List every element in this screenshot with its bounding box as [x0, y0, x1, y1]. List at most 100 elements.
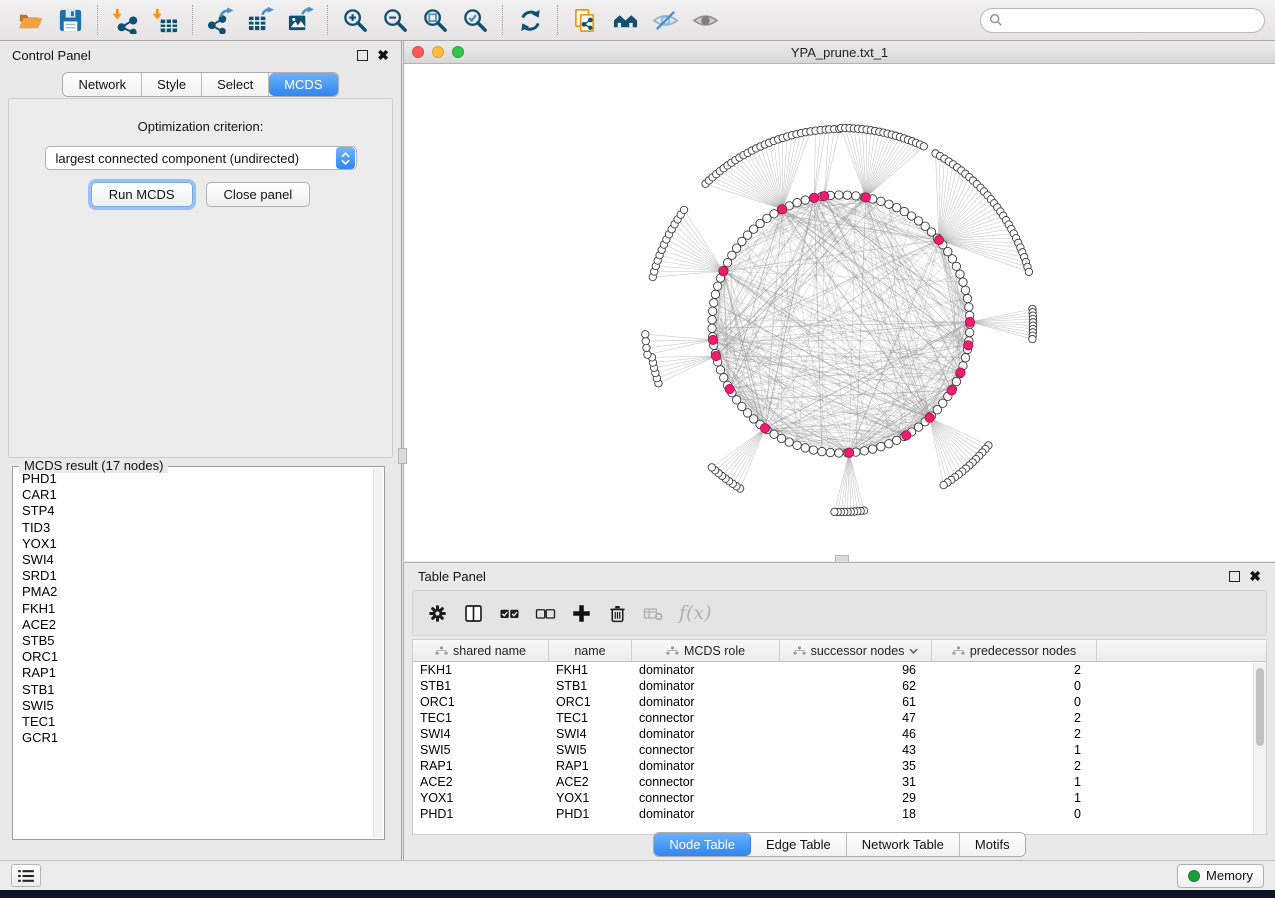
graph-node[interactable] [843, 191, 851, 199]
table-cell-predecessors[interactable]: 2 [932, 727, 1097, 741]
mcds-list-item[interactable]: ORC1 [15, 649, 372, 665]
tab-network-table[interactable]: Network Table [847, 833, 960, 856]
float-panel-button[interactable] [357, 50, 368, 61]
float-table-panel-button[interactable] [1229, 571, 1240, 582]
table-row[interactable]: PHD1PHD1dominator180 [413, 806, 1266, 822]
graph-node[interactable] [801, 444, 809, 452]
tab-style[interactable]: Style [142, 73, 202, 96]
graph-node[interactable] [868, 445, 876, 453]
mcds-hub-node[interactable] [956, 368, 965, 377]
first-neighbors-button[interactable] [605, 2, 645, 38]
graph-node[interactable] [716, 366, 724, 374]
graph-leaf-node[interactable] [1029, 335, 1036, 342]
graph-node[interactable] [892, 203, 900, 211]
table-cell-predecessors[interactable]: 0 [932, 679, 1097, 693]
mcds-list-item[interactable]: TEC1 [15, 714, 372, 730]
graph-leaf-node[interactable] [831, 508, 838, 515]
show-all-button[interactable] [685, 2, 725, 38]
close-panel-button[interactable]: ✖ [377, 50, 389, 61]
table-cell-name[interactable]: STB1 [549, 679, 632, 693]
graph-node[interactable] [708, 324, 716, 332]
graph-node[interactable] [818, 447, 826, 455]
table-cell-predecessors[interactable]: 1 [932, 775, 1097, 789]
zoom-selected-button[interactable] [455, 2, 495, 38]
graph-leaf-node[interactable] [642, 337, 649, 344]
table-cell-successors[interactable]: 46 [780, 727, 932, 741]
mcds-result-list[interactable]: PHD1CAR1STP4TID3YOX1SWI4SRD1PMA2FKH1ACE2… [15, 471, 372, 837]
mcds-list-item[interactable]: CAR1 [15, 487, 372, 503]
mcds-hub-node[interactable] [760, 424, 769, 433]
mcds-hub-node[interactable] [725, 384, 734, 393]
network-svg[interactable] [404, 64, 1275, 561]
run-mcds-button[interactable]: Run MCDS [91, 182, 193, 207]
mcds-list-scrollbar[interactable] [373, 468, 383, 838]
graph-node[interactable] [961, 354, 969, 362]
graph-node[interactable] [801, 196, 809, 204]
graph-node[interactable] [966, 328, 974, 336]
tab-node-table[interactable]: Node Table [654, 833, 751, 856]
table-cell-name[interactable]: YOX1 [549, 791, 632, 805]
table-cell-successors[interactable]: 18 [780, 807, 932, 821]
hide-selected-button[interactable] [645, 2, 685, 38]
deselect-all-button[interactable] [535, 603, 556, 624]
mcds-hub-node[interactable] [778, 205, 787, 214]
table-cell-role[interactable]: connector [632, 711, 780, 725]
graph-leaf-node[interactable] [643, 344, 650, 351]
graph-node[interactable] [952, 377, 960, 385]
graph-node[interactable] [877, 197, 885, 205]
mcds-list-item[interactable]: PMA2 [15, 584, 372, 600]
table-row[interactable]: SWI5SWI5connector431 [413, 742, 1266, 758]
mcds-list-item[interactable]: PHD1 [15, 471, 372, 487]
graph-node[interactable] [877, 442, 885, 450]
export-network-button[interactable] [200, 2, 240, 38]
graph-node[interactable] [963, 294, 971, 302]
mcds-list-item[interactable]: TID3 [15, 520, 372, 536]
search-input[interactable] [1008, 13, 1256, 28]
graph-node[interactable] [720, 374, 728, 382]
zoom-out-button[interactable] [375, 2, 415, 38]
graph-node[interactable] [809, 446, 817, 454]
mcds-hub-node[interactable] [925, 413, 934, 422]
graph-node[interactable] [793, 441, 801, 449]
add-column-button[interactable] [571, 603, 592, 624]
mcds-list-item[interactable]: GCR1 [15, 730, 372, 746]
graph-node[interactable] [708, 316, 716, 324]
show-task-history-button[interactable] [11, 864, 41, 887]
table-row[interactable]: FKH1FKH1dominator962 [413, 662, 1266, 678]
mcds-hub-node[interactable] [934, 235, 943, 244]
mcds-hub-node[interactable] [810, 193, 819, 202]
zoom-fit-button[interactable] [415, 2, 455, 38]
search-box[interactable] [980, 8, 1265, 33]
refresh-button[interactable] [510, 2, 550, 38]
table-row[interactable]: ORC1ORC1dominator610 [413, 694, 1266, 710]
graph-node[interactable] [777, 434, 785, 442]
tab-edge-table[interactable]: Edge Table [751, 833, 847, 856]
mcds-hub-node[interactable] [964, 341, 973, 350]
graph-node[interactable] [952, 262, 960, 270]
zoom-in-button[interactable] [335, 2, 375, 38]
tab-motifs[interactable]: Motifs [960, 833, 1025, 856]
graph-node[interactable] [835, 449, 843, 457]
graph-leaf-node[interactable] [644, 351, 651, 358]
column-header-shared-name[interactable]: shared name [413, 640, 549, 661]
table-cell-shared-name[interactable]: SWI5 [413, 743, 549, 757]
graph-node[interactable] [959, 278, 967, 286]
mcds-list-item[interactable]: SWI4 [15, 552, 372, 568]
table-scrollbar-thumb[interactable] [1256, 668, 1264, 746]
column-header-successor-nodes[interactable]: successor nodes [780, 640, 932, 661]
table-row[interactable]: RAP1RAP1dominator352 [413, 758, 1266, 774]
table-cell-shared-name[interactable]: ACE2 [413, 775, 549, 789]
open-session-button[interactable] [10, 2, 50, 38]
tab-network[interactable]: Network [63, 73, 142, 96]
table-cell-successors[interactable]: 61 [780, 695, 932, 709]
show-columns-button[interactable] [463, 603, 484, 624]
mcds-list-item[interactable]: YOX1 [15, 536, 372, 552]
criterion-dropdown[interactable]: largest connected component (undirected) [45, 146, 357, 170]
mcds-list-item[interactable]: SRD1 [15, 568, 372, 584]
table-cell-predecessors[interactable]: 2 [932, 663, 1097, 677]
graph-node[interactable] [885, 440, 893, 448]
function-builder-button[interactable]: f(x) [679, 602, 712, 624]
mcds-hub-node[interactable] [861, 193, 870, 202]
table-row[interactable]: TEC1TEC1connector472 [413, 710, 1266, 726]
mcds-list-item[interactable]: STP4 [15, 503, 372, 519]
